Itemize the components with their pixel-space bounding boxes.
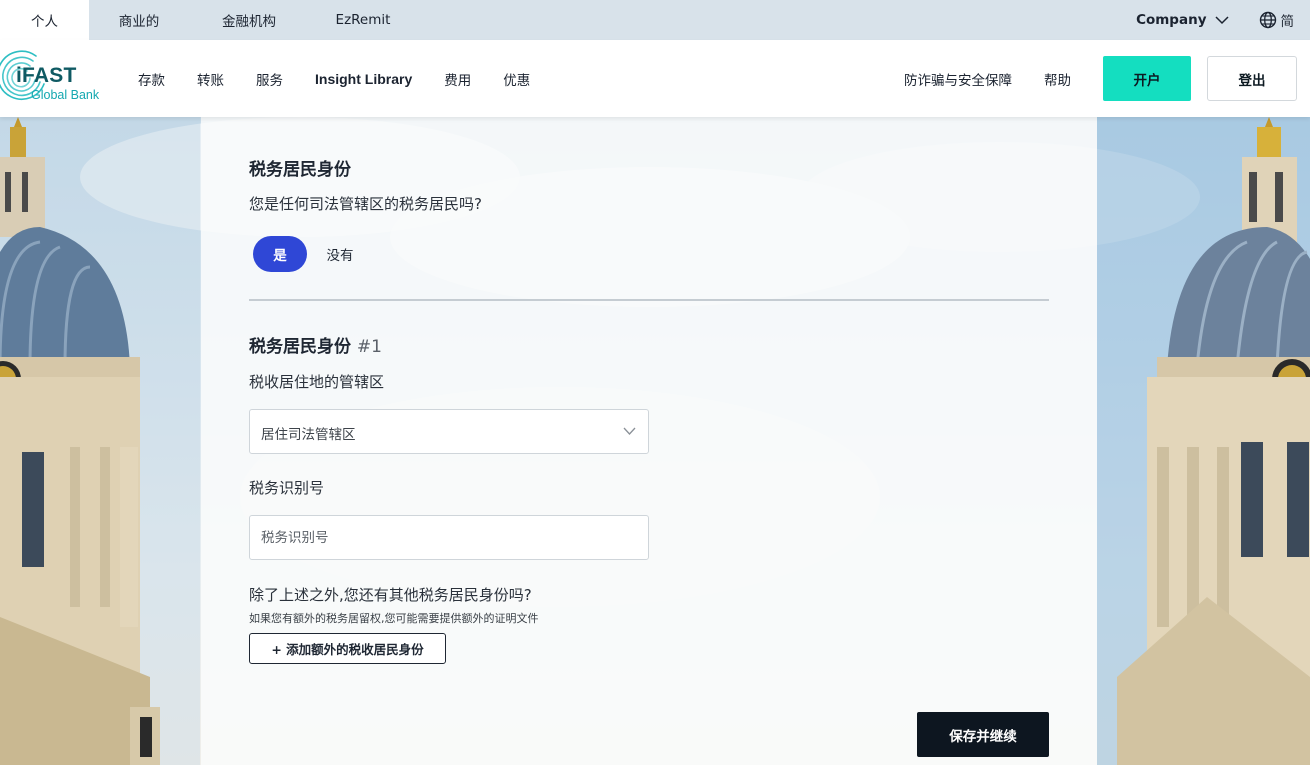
logo-text-ifast: iFAST	[16, 64, 77, 87]
language-switcher[interactable]: 简	[1259, 10, 1295, 30]
globe-icon	[1259, 11, 1276, 29]
nav-help[interactable]: 帮助	[1044, 69, 1071, 89]
tab-business[interactable]: 商业的	[89, 0, 189, 40]
tax-residency-1-title: 税务居民身份 #1	[249, 332, 382, 357]
jurisdiction-select-value: 居住司法管辖区	[261, 427, 356, 443]
section-divider	[249, 299, 1049, 301]
tin-label: 税务识别号	[249, 479, 325, 497]
jurisdiction-label: 税收居住地的管辖区	[249, 373, 385, 391]
chevron-down-icon	[623, 427, 636, 435]
primary-nav: 存款 转账 服务 Insight Library 费用 优惠	[138, 40, 562, 117]
tax-resident-question: 您是任何司法管辖区的税务居民吗?	[249, 195, 482, 213]
nav-transfers[interactable]: 转账	[197, 69, 224, 89]
company-dropdown[interactable]: Company	[1136, 12, 1229, 28]
nav-fees[interactable]: 费用	[444, 69, 471, 89]
top-right-controls: Company 简	[1136, 0, 1310, 40]
section-title: 税务居民身份	[249, 160, 351, 180]
extra-residency-note: 如果您有额外的税务居留权,您可能需要提供额外的证明文件	[249, 612, 539, 625]
language-label: 简	[1280, 14, 1295, 30]
nav-right: 防诈骗与安全保障 帮助 开户 登出	[904, 40, 1297, 117]
nav-promotions[interactable]: 优惠	[503, 69, 530, 89]
ifast-logo[interactable]: iFAST Global Bank	[0, 50, 120, 110]
customer-segment-bar: 个人 商业的 金融机构 EzRemit Company 简	[0, 0, 1310, 40]
logout-button[interactable]: 登出	[1207, 56, 1297, 101]
main-navbar: iFAST Global Bank 存款 转账 服务 Insight Libra…	[0, 40, 1310, 117]
yes-toggle-button[interactable]: 是	[253, 236, 307, 272]
tab-personal[interactable]: 个人	[0, 0, 89, 40]
nav-services[interactable]: 服务	[256, 69, 283, 89]
open-account-button[interactable]: 开户	[1103, 56, 1191, 101]
add-tax-residency-button[interactable]: + 添加额外的税收居民身份	[249, 633, 446, 664]
tab-financial-institutions[interactable]: 金融机构	[189, 0, 309, 40]
no-toggle-button[interactable]: 没有	[313, 236, 367, 272]
save-continue-button[interactable]: 保存并继续	[917, 712, 1049, 757]
tax-residency-number: #1	[356, 337, 382, 357]
company-label: Company	[1136, 12, 1207, 28]
left-dome-tower-image	[0, 117, 200, 765]
nav-insight-library[interactable]: Insight Library	[315, 71, 412, 87]
nav-fraud-security[interactable]: 防诈骗与安全保障	[904, 69, 1012, 89]
nav-deposits[interactable]: 存款	[138, 69, 165, 89]
tax-residency-title-text: 税务居民身份	[249, 337, 351, 357]
jurisdiction-select[interactable]: 居住司法管辖区	[249, 409, 649, 454]
right-dome-tower-image	[1097, 117, 1310, 765]
tab-ezremit[interactable]: EzRemit	[309, 0, 417, 40]
tin-input[interactable]	[249, 515, 649, 560]
logo-text-global-bank: Global Bank	[31, 88, 100, 102]
tax-residency-form: 税务居民身份 您是任何司法管辖区的税务居民吗? 是 没有 税务居民身份 #1 税…	[201, 117, 1097, 765]
chevron-down-icon	[1214, 15, 1229, 24]
extra-residency-question: 除了上述之外,您还有其他税务居民身份吗?	[249, 586, 532, 604]
